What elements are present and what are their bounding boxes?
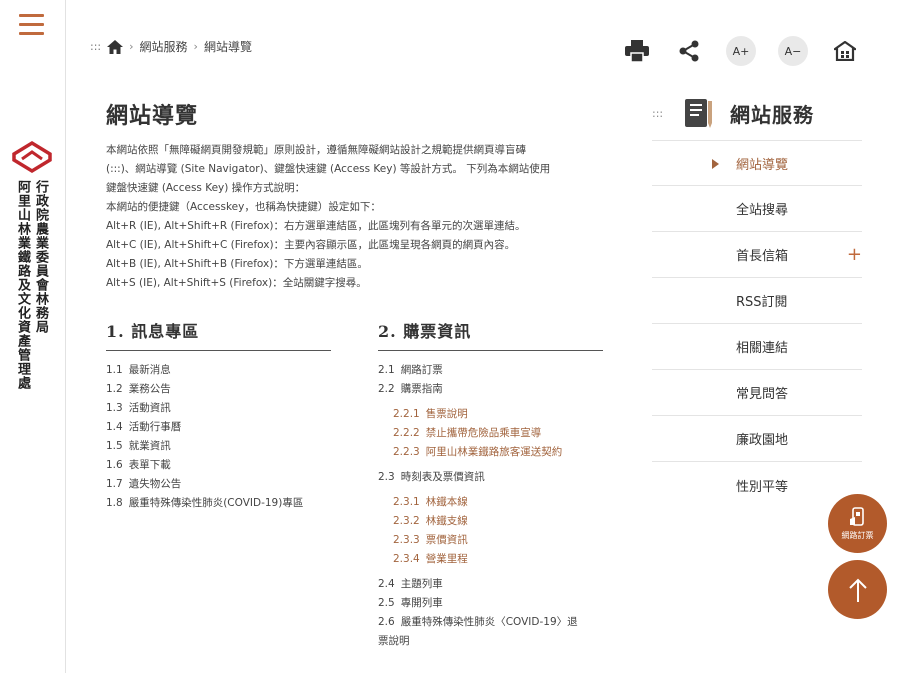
org-name: 行政院農業委員會林務局 阿里山林業鐵路及文化資產管理處 <box>14 180 49 390</box>
list-item-continued[interactable]: 票說明 <box>378 632 603 651</box>
intro-line: 本網站依照「無障礙網頁開發規範」原則設計，遵循無障礙網站設計之規範提供網頁導盲磚 <box>106 144 526 156</box>
house-icon <box>834 41 856 61</box>
side-nav: ::: 網站服務 網站導覽 全站搜尋 首長信箱 + RSS訂閱 相關連結 常見問答… <box>652 92 862 508</box>
list-item[interactable]: 1.5 就業資訊 <box>106 437 331 456</box>
intro-line: 鍵盤快速鍵 (Access Key) 操作方式說明： <box>106 182 306 194</box>
list-subitem[interactable]: 2.3.2 林鐵支線 <box>378 512 603 531</box>
org-name-office: 阿里山林業鐵路及文化資產管理處 <box>15 180 30 390</box>
org-name-ministry: 行政院農業委員會林務局 <box>33 180 48 334</box>
section-title: 2. 購票資訊 <box>378 318 603 351</box>
intro-line: Alt+R (IE), Alt+Shift+R (Firefox)：右方選單連結… <box>106 220 526 232</box>
list-item[interactable]: 1.7 遺失物公告 <box>106 475 331 494</box>
list-item[interactable]: 1.2 業務公告 <box>106 380 331 399</box>
menu-icon[interactable] <box>19 14 44 36</box>
breadcrumb-item-services[interactable]: 網站服務 <box>140 38 188 55</box>
breadcrumb-separator: › <box>193 40 198 53</box>
main-content: ::: › 網站服務 › 網站導覽 A+ A− 網站導覽 本網站依照「無障礙網頁… <box>66 0 900 673</box>
font-increase-button[interactable]: A+ <box>726 36 756 66</box>
intro-line: (:::)、網站導覽 (Site Navigator)、鍵盤快速鍵 (Acces… <box>106 163 551 175</box>
list-item[interactable]: 2.3 時刻表及票價資訊 <box>378 468 603 487</box>
print-button[interactable] <box>622 36 652 66</box>
ticket-phone-icon <box>849 506 864 526</box>
intro-line: 本網站的便捷鍵（Accesskey，也稱為快捷鍵）設定如下： <box>106 201 381 213</box>
accesskey-marker[interactable]: ::: <box>652 107 682 120</box>
list-item[interactable]: 2.6 嚴重特殊傳染性肺炎〈COVID-19〉退 <box>378 613 603 632</box>
book-icon <box>685 99 712 128</box>
print-icon <box>625 40 649 62</box>
expand-plus-icon[interactable]: + <box>847 244 862 265</box>
share-button[interactable] <box>674 36 704 66</box>
side-nav-item-integrity[interactable]: 廉政園地 <box>652 416 862 462</box>
online-ticket-button[interactable]: 網路訂票 <box>828 494 887 553</box>
list-subitem[interactable]: 2.3.1 林鐵本線 <box>378 493 603 512</box>
left-rail: 行政院農業委員會林務局 阿里山林業鐵路及文化資產管理處 <box>0 0 66 673</box>
section-tickets: 2. 購票資訊 2.1 網路訂票 2.2 購票指南 2.2.1 售票說明 2.2.2 禁… <box>378 318 603 651</box>
breadcrumb-item-sitemap[interactable]: 網站導覽 <box>204 38 252 55</box>
list-subitem[interactable]: 2.2.3 阿里山林業鐵路旅客運送契約 <box>378 443 603 462</box>
intro-line: Alt+C (IE), Alt+Shift+C (Firefox)：主要內容顯示… <box>106 239 516 251</box>
list-item[interactable]: 1.1 最新消息 <box>106 361 331 380</box>
arrow-up-icon <box>848 578 867 602</box>
list-item[interactable]: 1.6 表單下載 <box>106 456 331 475</box>
side-nav-item-search[interactable]: 全站搜尋 <box>652 186 862 232</box>
side-nav-title: 網站服務 <box>730 102 814 127</box>
side-nav-item-sitemap[interactable]: 網站導覽 <box>652 140 862 186</box>
list-subitem[interactable]: 2.3.4 營業里程 <box>378 550 603 569</box>
home-icon[interactable] <box>107 39 124 54</box>
side-nav-item-rss[interactable]: RSS訂閱 <box>652 278 862 324</box>
online-ticket-label: 網路訂票 <box>841 530 874 540</box>
site-home-button[interactable] <box>830 36 860 66</box>
side-nav-item-gender[interactable]: 性別平等 <box>652 462 862 508</box>
toolbar: A+ A− <box>622 36 860 66</box>
font-decrease-button[interactable]: A− <box>778 36 808 66</box>
accesskey-marker[interactable]: ::: <box>90 40 101 53</box>
intro-text: 本網站依照「無障礙網頁開發規範」原則設計，遵循無障礙網站設計之規範提供網頁導盲磚… <box>106 141 606 293</box>
list-item[interactable]: 1.4 活動行事曆 <box>106 418 331 437</box>
side-nav-item-mailbox[interactable]: 首長信箱 + <box>652 232 862 278</box>
intro-line: Alt+S (IE), Alt+Shift+S (Firefox)：全站關鍵字搜… <box>106 277 367 289</box>
section-title: 1. 訊息專區 <box>106 318 331 351</box>
breadcrumb-separator: › <box>129 40 134 53</box>
logo-icon[interactable] <box>10 140 54 174</box>
list-item[interactable]: 2.2 購票指南 <box>378 380 603 399</box>
list-item[interactable]: 2.4 主題列車 <box>378 575 603 594</box>
breadcrumb: ::: › 網站服務 › 網站導覽 <box>90 38 252 55</box>
page-title: 網站導覽 <box>106 103 199 129</box>
side-nav-item-faq[interactable]: 常見問答 <box>652 370 862 416</box>
side-nav-header: ::: 網站服務 <box>652 92 862 134</box>
section-news: 1. 訊息專區 1.1 最新消息 1.2 業務公告 1.3 活動資訊 1.4 活動行事曆… <box>106 318 331 513</box>
share-icon <box>679 40 699 62</box>
list-item[interactable]: 1.8 嚴重特殊傳染性肺炎(COVID-19)專區 <box>106 494 331 513</box>
list-subitem[interactable]: 2.2.2 禁止攜帶危險品乘車宣導 <box>378 424 603 443</box>
list-subitem[interactable]: 2.2.1 售票說明 <box>378 405 603 424</box>
list-item[interactable]: 1.3 活動資訊 <box>106 399 331 418</box>
list-item[interactable]: 2.5 專開列車 <box>378 594 603 613</box>
back-to-top-button[interactable] <box>828 560 887 619</box>
list-item[interactable]: 2.1 網路訂票 <box>378 361 603 380</box>
side-nav-item-links[interactable]: 相關連結 <box>652 324 862 370</box>
intro-line: Alt+B (IE), Alt+Shift+B (Firefox)：下方選單連結… <box>106 258 368 270</box>
list-subitem[interactable]: 2.3.3 票價資訊 <box>378 531 603 550</box>
